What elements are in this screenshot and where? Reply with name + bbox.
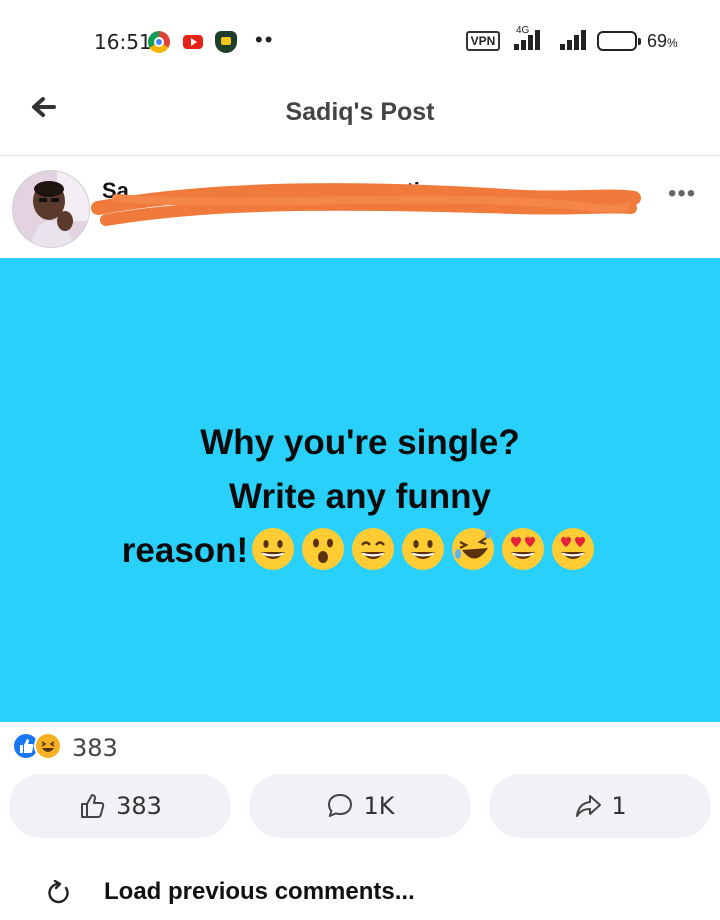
shield-app-icon [215, 31, 237, 53]
haha-reaction-icon [34, 732, 62, 760]
post-line-3: reason! [100, 524, 620, 578]
more-dots-icon: •• [255, 27, 275, 52]
ellipsis-icon: ••• [668, 180, 697, 207]
signal-icon [512, 28, 544, 50]
signal-icon [558, 28, 590, 50]
post-text: Why you're single? Write any funny reaso… [100, 416, 620, 578]
battery-icon [597, 31, 641, 51]
comment-count: 1K [363, 792, 395, 820]
grinning-squint-emoji [352, 528, 395, 570]
load-previous-comments[interactable]: Load previous comments... [0, 866, 720, 920]
post-content-card: Why you're single? Write any funny reaso… [0, 258, 720, 722]
post-options-button[interactable]: ••• [668, 182, 704, 206]
like-button[interactable]: 383 [9, 774, 231, 838]
thumbs-up-icon [81, 794, 105, 818]
share-button[interactable]: 1 [489, 774, 711, 838]
chrome-icon [148, 31, 170, 53]
page-header: Sadiq's Post [0, 80, 720, 156]
heart-eyes-emoji [552, 528, 595, 570]
redaction-scribble [91, 183, 641, 226]
avatar[interactable] [12, 170, 90, 248]
heart-eyes-emoji [502, 528, 545, 570]
reaction-count: 383 [72, 734, 118, 762]
load-previous-label: Load previous comments... [104, 878, 415, 905]
battery-percent: 69% [647, 31, 678, 51]
post-line-2: Write any funny [229, 477, 491, 516]
share-icon [576, 795, 602, 817]
page-title: Sadiq's Post [285, 98, 435, 126]
status-bar: 16:51 •• VPN 4G 69% [0, 0, 720, 80]
comment-button[interactable]: 1K [249, 774, 471, 838]
rolling-laughing-emoji [452, 528, 495, 570]
youtube-icon [183, 35, 203, 49]
post-header: Sa question ••• [0, 156, 720, 258]
astonished-emoji [302, 528, 345, 570]
like-count: 383 [116, 792, 162, 820]
avatar-photo [13, 171, 89, 247]
vpn-badge: VPN [466, 31, 500, 51]
grinning-emoji [252, 528, 295, 570]
grinning-emoji [402, 528, 445, 570]
emoji-row [248, 528, 598, 570]
refresh-icon [48, 880, 69, 904]
post-line-1: Why you're single? [200, 423, 520, 462]
status-time: 16:51 [94, 30, 152, 54]
share-count: 1 [611, 792, 627, 820]
comment-icon [328, 794, 353, 817]
